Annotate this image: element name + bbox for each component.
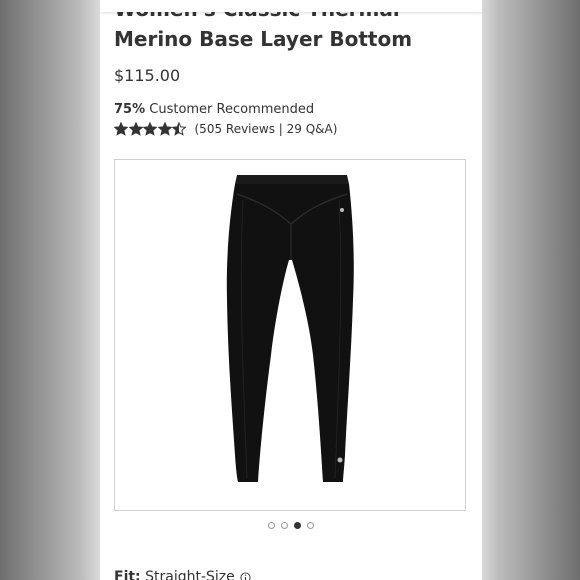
star-full-icon	[143, 122, 157, 136]
star-full-icon	[157, 122, 172, 136]
reviews-link[interactable]: (505 Reviews | 29 Q&A)	[195, 122, 338, 136]
carousel-dot[interactable]	[307, 522, 314, 529]
fit-label: Fit:	[114, 569, 141, 580]
carousel-dots	[100, 522, 482, 529]
recommend-percent: 75%	[114, 102, 146, 117]
recommendation: 75% Customer Recommended	[114, 102, 314, 117]
fit-row: Fit: Straight-Size	[114, 569, 251, 580]
top-bar	[100, 0, 482, 12]
rating-row[interactable]: (505 Reviews | 29 Q&A)	[114, 122, 337, 136]
product-image-frame[interactable]	[114, 159, 466, 511]
recommend-label: Customer Recommended	[145, 102, 315, 117]
carousel-dot[interactable]	[294, 522, 301, 529]
star-rating	[114, 122, 187, 136]
star-full-icon	[128, 122, 143, 136]
carousel-dot[interactable]	[281, 522, 288, 529]
star-half-icon	[172, 122, 186, 136]
black-leggings-image	[226, 175, 354, 482]
star-full-icon	[114, 122, 128, 136]
fit-value: Straight-Size	[145, 569, 235, 580]
product-page: Women's Classic Thermal Merino Base Laye…	[100, 0, 482, 580]
carousel-dot[interactable]	[268, 522, 275, 529]
info-icon[interactable]	[240, 571, 251, 580]
product-title-line2: Merino Base Layer Bottom	[114, 27, 413, 51]
product-price: $115.00	[114, 66, 181, 85]
